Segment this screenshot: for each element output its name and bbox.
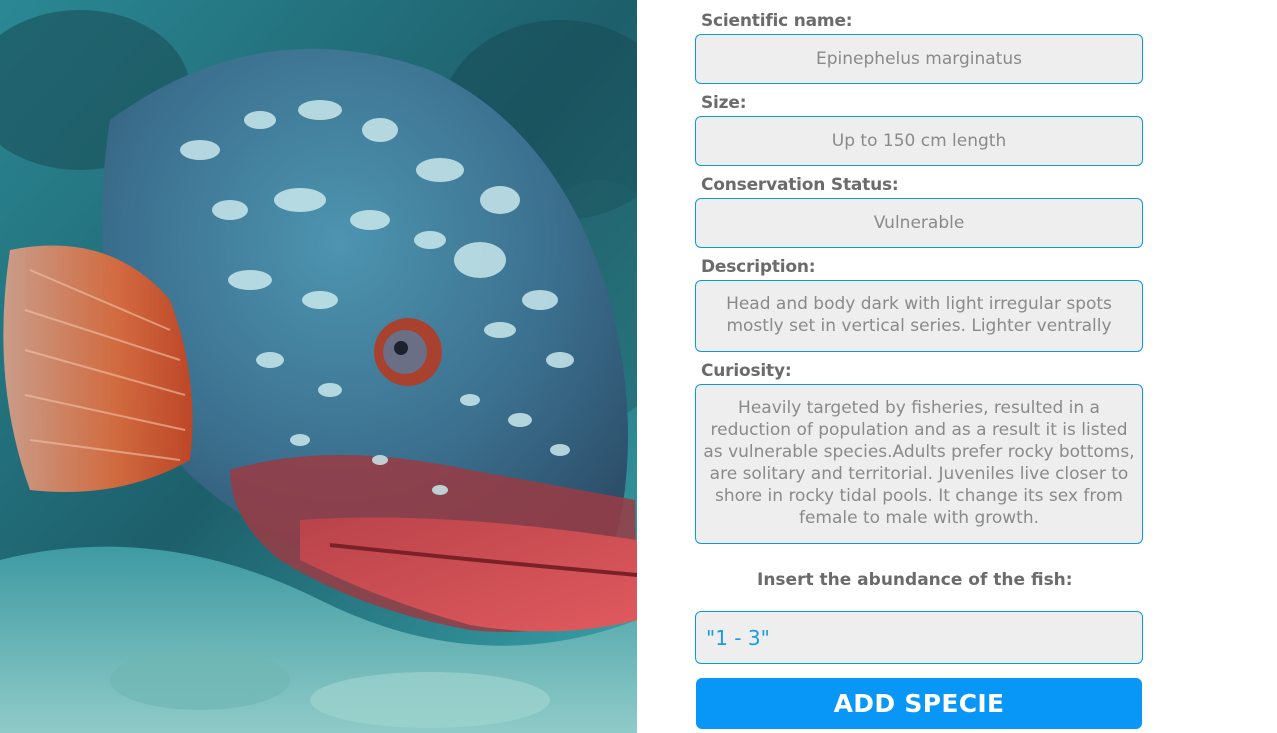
curiosity-field: Heavily targeted by fisheries, resulted …: [695, 384, 1143, 544]
abundance-label: Insert the abundance of the fish:: [757, 570, 1073, 590]
abundance-input[interactable]: [695, 611, 1143, 664]
add-specie-button[interactable]: ADD SPECIE: [696, 678, 1142, 729]
description-label: Description:: [701, 257, 816, 277]
scientific-name-field: Epinephelus marginatus: [695, 34, 1143, 84]
description-field: Head and body dark with light irregular …: [695, 280, 1143, 352]
conservation-status-label: Conservation Status:: [701, 175, 899, 195]
grouper-fish-image: [0, 0, 637, 733]
conservation-status-field: Vulnerable: [695, 198, 1143, 248]
size-label: Size:: [701, 93, 747, 113]
curiosity-label: Curiosity:: [701, 361, 792, 381]
size-field: Up to 150 cm length: [695, 116, 1143, 166]
fish-photo: [0, 0, 637, 733]
scientific-name-label: Scientific name:: [701, 11, 853, 31]
add-species-page: Scientific name: Epinephelus marginatus …: [0, 0, 1277, 733]
